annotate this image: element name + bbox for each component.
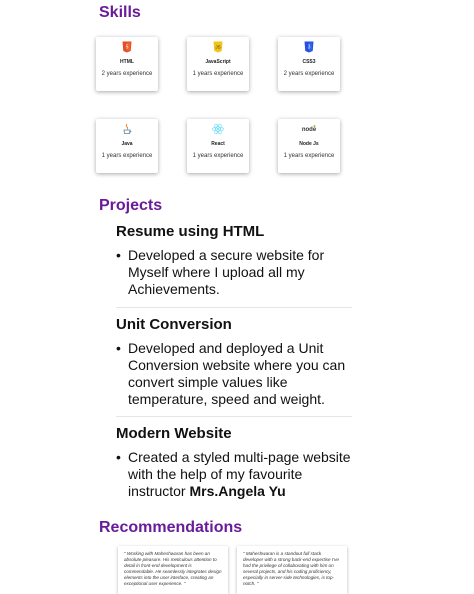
- react-icon: [212, 123, 224, 135]
- skill-experience: 2 years experience: [101, 71, 153, 77]
- skill-card-react: React 1 years experience: [187, 119, 249, 173]
- skills-heading: Skills: [99, 4, 141, 21]
- project-description: Created a styled multi-page website with…: [128, 449, 356, 500]
- project-title: Unit Conversion: [116, 316, 232, 333]
- html5-icon: 5: [122, 41, 132, 53]
- skill-card-javascript: JS JavaScript 1 years experience: [187, 37, 249, 91]
- project-divider: [116, 307, 352, 308]
- svg-text:JS: JS: [215, 45, 220, 50]
- project-title: Resume using HTML: [116, 223, 265, 240]
- skill-name: React: [211, 141, 225, 147]
- project-bullet: • Developed and deployed a Unit Conversi…: [116, 340, 356, 408]
- skill-name: Node Js: [299, 141, 319, 147]
- project-title: Modern Website: [116, 425, 232, 442]
- recommendation-text: " Maheshwaran is a standout full stack d…: [243, 551, 339, 586]
- skill-name: CSS3: [302, 59, 316, 65]
- bullet-dot: •: [116, 449, 121, 465]
- svg-text:3: 3: [308, 45, 311, 51]
- project-bullet: • Created a styled multi-page website wi…: [116, 449, 356, 500]
- skill-card-css3: 3 CSS3 2 years experience: [278, 37, 340, 91]
- css3-icon: 3: [304, 41, 314, 53]
- skill-experience: 2 years experience: [283, 71, 335, 77]
- bullet-dot: •: [116, 340, 121, 356]
- project-item: Unit Conversion • Developed and deployed…: [116, 316, 356, 408]
- project-divider: [116, 416, 352, 417]
- skill-experience: 1 years experience: [192, 153, 244, 159]
- skill-name: Java: [121, 141, 133, 147]
- recommendations-heading: Recommendations: [99, 519, 243, 536]
- project-item: Modern Website • Created a styled multi-…: [116, 425, 356, 500]
- svg-text:node: node: [302, 127, 317, 133]
- bullet-dot: •: [116, 247, 121, 263]
- skill-card-nodejs: node Node Js 1 years experience: [278, 119, 340, 173]
- project-description: Developed a secure website for Myself wh…: [128, 247, 325, 297]
- javascript-icon: JS: [213, 41, 223, 53]
- recommendation-card: " Working with Maheshwaran has been an a…: [118, 546, 228, 594]
- project-description: Developed and deployed a Unit Conversion…: [128, 340, 346, 407]
- instructor-name: Mrs.Angela Yu: [189, 483, 286, 499]
- skill-card-java: Java 1 years experience: [96, 119, 158, 173]
- nodejs-icon: node: [302, 125, 317, 133]
- recommendation-card: " Maheshwaran is a standout full stack d…: [237, 546, 347, 594]
- skill-experience: 1 years experience: [101, 153, 153, 159]
- project-item: Resume using HTML • Developed a secure w…: [116, 223, 356, 298]
- skill-name: HTML: [120, 59, 134, 65]
- java-icon: [123, 123, 132, 134]
- skill-experience: 1 years experience: [192, 71, 244, 77]
- skill-experience: 1 years experience: [283, 153, 335, 159]
- projects-heading: Projects: [99, 197, 163, 214]
- svg-text:5: 5: [126, 45, 129, 51]
- skill-name: JavaScript: [205, 59, 231, 65]
- recommendation-text: " Working with Maheshwaran has been an a…: [124, 551, 222, 586]
- skill-card-html: 5 HTML 2 years experience: [96, 37, 158, 91]
- project-bullet: • Developed a secure website for Myself …: [116, 247, 356, 298]
